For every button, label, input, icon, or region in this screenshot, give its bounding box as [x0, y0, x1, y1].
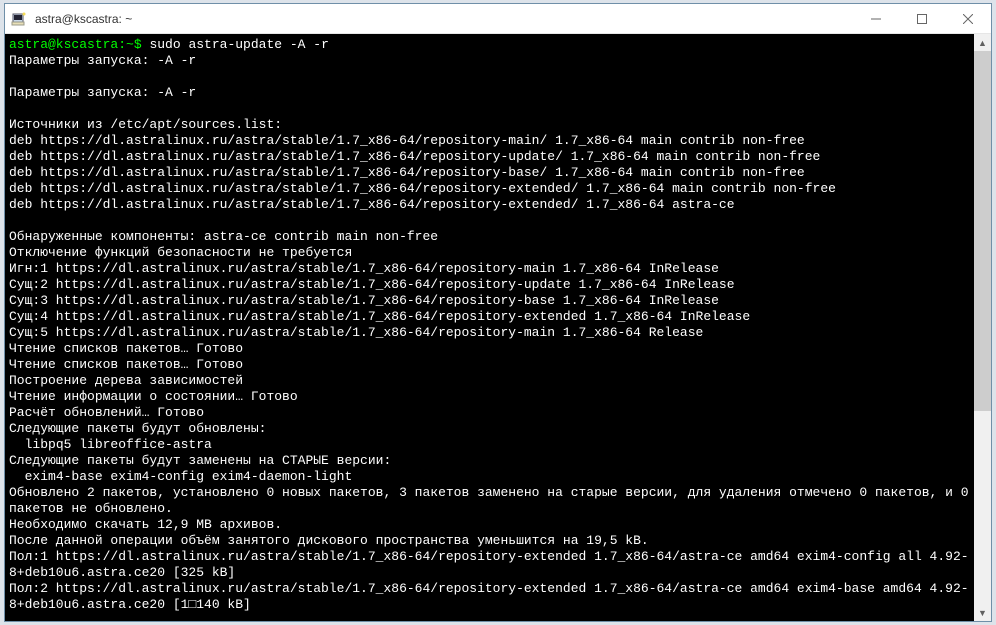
titlebar[interactable]: astra@kscastra: ~ — [5, 4, 991, 34]
scrollbar[interactable]: ▲ ▼ — [974, 34, 991, 621]
terminal[interactable]: astra@kscastra:~$ sudo astra-update -A -… — [5, 34, 974, 621]
client-area: astra@kscastra:~$ sudo astra-update -A -… — [5, 34, 991, 621]
maximize-button[interactable] — [899, 4, 945, 34]
window-controls — [853, 4, 991, 34]
command-text: sudo astra-update -A -r — [149, 37, 328, 52]
window-title: astra@kscastra: ~ — [33, 12, 853, 26]
scroll-up-arrow[interactable]: ▲ — [974, 34, 991, 51]
minimize-button[interactable] — [853, 4, 899, 34]
terminal-output: Параметры запуска: -A -r Параметры запус… — [9, 53, 974, 612]
scroll-track[interactable] — [974, 51, 991, 604]
scroll-down-arrow[interactable]: ▼ — [974, 604, 991, 621]
putty-icon — [11, 11, 27, 27]
close-button[interactable] — [945, 4, 991, 34]
scroll-thumb[interactable] — [974, 51, 991, 411]
putty-window: astra@kscastra: ~ astra@kscastra:~$ sudo… — [4, 3, 992, 622]
prompt: astra@kscastra:~$ — [9, 37, 149, 52]
